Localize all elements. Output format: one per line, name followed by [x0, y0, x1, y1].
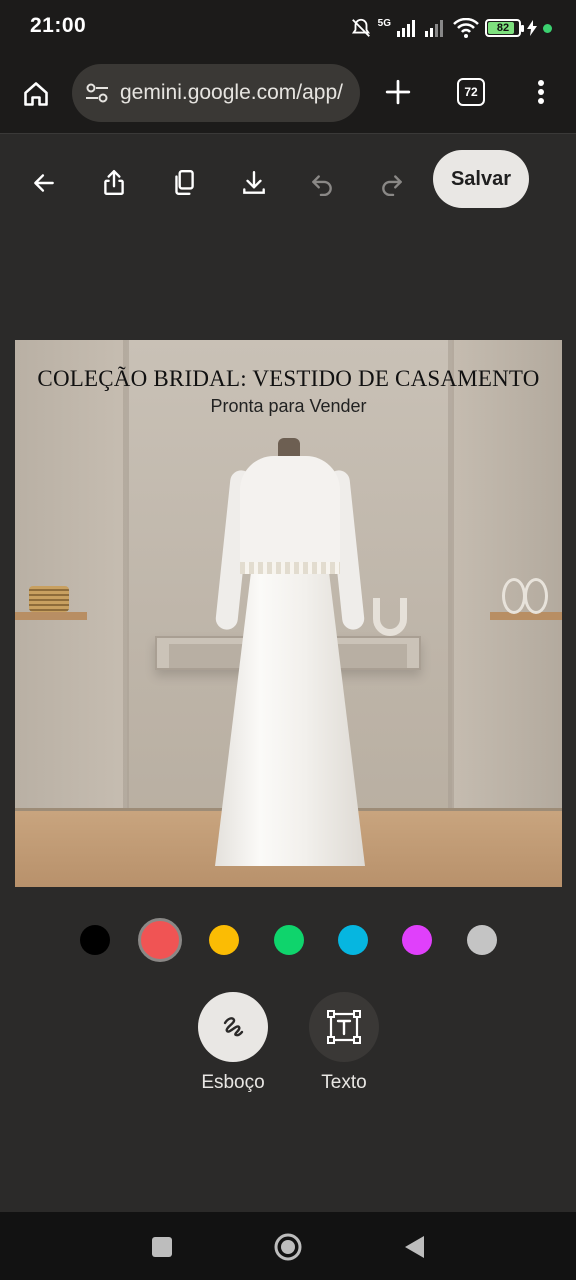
earrings	[502, 578, 548, 614]
charging-icon	[527, 20, 537, 36]
undo-button[interactable]	[302, 163, 342, 203]
network-type: 5G	[377, 17, 391, 29]
status-icons: 5G 82	[350, 14, 552, 42]
home-button[interactable]	[18, 76, 54, 112]
home-nav-button[interactable]	[271, 1230, 305, 1264]
square-icon	[152, 1237, 172, 1257]
scribble-icon	[223, 1017, 244, 1037]
wedding-dress	[214, 450, 366, 870]
battery-icon: 82	[485, 19, 524, 37]
bracelets	[29, 586, 69, 612]
color-swatch[interactable]	[402, 925, 432, 955]
tab-count: 72	[464, 85, 478, 99]
signal-icon	[397, 20, 415, 37]
recents-button[interactable]	[145, 1230, 179, 1264]
edited-image[interactable]: COLEÇÃO BRIDAL: VESTIDO DE CASAMENTO Pro…	[15, 340, 562, 887]
status-time: 21:00	[30, 14, 87, 37]
tune-icon[interactable]	[84, 80, 110, 106]
copy-button[interactable]	[164, 163, 204, 203]
address-bar[interactable]: gemini.google.com/app/	[72, 64, 360, 122]
color-swatch[interactable]	[138, 918, 182, 962]
browser-bar: gemini.google.com/app/ 72	[0, 56, 576, 134]
new-tab-button[interactable]	[380, 74, 416, 110]
url-text: gemini.google.com/app/	[120, 81, 343, 104]
color-palette	[0, 915, 576, 965]
plus-icon	[385, 79, 411, 105]
color-swatch[interactable]	[80, 925, 110, 955]
mute-bell-icon	[351, 18, 370, 37]
color-swatch[interactable]	[467, 925, 497, 955]
share-icon	[104, 169, 124, 195]
download-button[interactable]	[234, 163, 274, 203]
shelf-right	[490, 612, 562, 620]
tab-switcher-button[interactable]: 72	[457, 78, 485, 106]
wifi-icon	[453, 18, 479, 38]
color-swatch[interactable]	[338, 925, 368, 955]
vase	[373, 598, 407, 636]
system-nav-bar	[0, 1212, 576, 1280]
arrow-back-icon	[34, 174, 54, 192]
back-nav-button[interactable]	[397, 1230, 431, 1264]
download-icon	[243, 171, 265, 194]
sketch-tool-label: Esboço	[201, 1072, 265, 1093]
browser-menu-button[interactable]	[526, 74, 556, 110]
copy-icon	[175, 169, 194, 195]
save-button[interactable]: Salvar	[433, 150, 529, 208]
color-swatch[interactable]	[274, 925, 304, 955]
text-box-icon	[327, 1010, 361, 1044]
signal-icon-2	[425, 20, 443, 37]
sketch-tool-button[interactable]	[198, 992, 268, 1062]
undo-icon	[312, 175, 332, 196]
privacy-indicator	[543, 23, 552, 33]
back-button[interactable]	[24, 163, 64, 203]
color-swatch[interactable]	[209, 925, 239, 955]
image-subtitle: Pronta para Vender	[210, 396, 367, 416]
triangle-back-icon	[405, 1236, 424, 1258]
editor-toolbar: Salvar	[0, 135, 576, 230]
circle-icon	[274, 1233, 302, 1261]
redo-icon	[382, 175, 402, 196]
status-bar: 21:00 5G 82	[0, 0, 576, 56]
shelf-left	[15, 612, 87, 620]
pearl-belt	[240, 562, 340, 574]
text-tool-button[interactable]	[309, 992, 379, 1062]
image-title: COLEÇÃO BRIDAL: VESTIDO DE CASAMENTO	[37, 366, 540, 391]
more-vert-icon	[538, 80, 544, 104]
text-tool-label: Texto	[321, 1072, 367, 1093]
share-button[interactable]	[94, 163, 134, 203]
redo-button[interactable]	[372, 163, 412, 203]
home-icon	[24, 82, 48, 106]
battery-level: 82	[496, 22, 510, 34]
